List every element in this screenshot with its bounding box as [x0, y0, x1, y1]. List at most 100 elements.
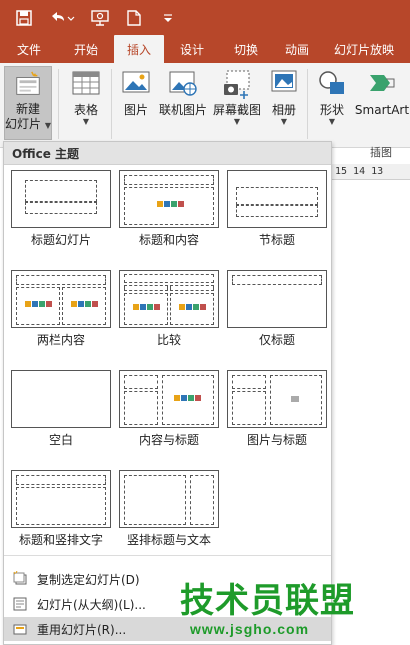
- tab-insert[interactable]: 插入: [114, 35, 164, 63]
- slideshow-from-start-icon[interactable]: [90, 8, 110, 28]
- layout-thumbnail: [227, 270, 327, 328]
- ribbon-tabs: 文件 开始 插入 设计 切换 动画 幻灯片放映: [0, 35, 410, 63]
- layout-title-and-content[interactable]: 标题和内容: [119, 170, 219, 248]
- picture-label: 图片: [123, 103, 148, 117]
- layout-thumbnail: [119, 370, 219, 428]
- outline-icon: [13, 597, 27, 611]
- layout-name: 空白: [48, 433, 73, 447]
- theme-header: Office 主题: [4, 142, 331, 165]
- content-placeholder-icons: [179, 304, 206, 310]
- layout-two-content[interactable]: 两栏内容: [11, 270, 111, 348]
- content-placeholder-icons: [25, 301, 52, 307]
- content-placeholder-icons: [157, 201, 184, 207]
- layout-name: 两栏内容: [36, 333, 85, 347]
- undo-icon[interactable]: [48, 8, 76, 28]
- layout-thumbnail: [119, 270, 219, 328]
- layout-picture-with-caption[interactable]: 图片与标题: [227, 370, 327, 448]
- smartart-label: SmartArt: [354, 103, 410, 117]
- layout-name: 比较: [156, 333, 181, 347]
- table-dropdown-caret: ▼: [82, 117, 90, 126]
- photo-album-button[interactable]: 相册 ▼: [266, 67, 302, 126]
- photo-album-icon: [271, 70, 297, 92]
- save-icon[interactable]: [14, 8, 34, 28]
- new-slide-label: 新建: [15, 102, 40, 116]
- ribbon-insert: 新建 幻灯片 ▼ 表格 ▼ 图片 联机图片 屏幕截图 ▼ 相册 ▼ 形状 ▼ S…: [0, 63, 410, 159]
- menu-separator: [4, 555, 331, 556]
- shapes-button[interactable]: 形状 ▼: [314, 67, 350, 126]
- table-button[interactable]: 表格 ▼: [66, 67, 106, 126]
- photo-album-label: 相册: [271, 103, 296, 117]
- smartart-button[interactable]: SmartArt: [354, 67, 410, 118]
- layout-comparison[interactable]: 比较: [119, 270, 219, 348]
- screenshot-icon: [224, 70, 250, 99]
- layout-thumbnail: [11, 370, 111, 428]
- picture-placeholder-icon: [291, 396, 299, 402]
- layout-name: 图片与标题: [246, 433, 307, 447]
- ruler-tick: 14: [353, 166, 366, 177]
- layout-thumbnail: [11, 270, 111, 328]
- layout-thumbnail: [119, 470, 219, 528]
- reuse-slides-label: 重用幻灯片(R)...: [37, 622, 127, 637]
- screenshot-dropdown-caret: ▼: [233, 117, 241, 126]
- layout-section-header[interactable]: 节标题: [227, 170, 327, 248]
- tab-design[interactable]: 设计: [164, 35, 220, 63]
- layout-thumbnail: [119, 170, 219, 228]
- horizontal-ruler: 15 14 13: [331, 164, 410, 180]
- content-placeholder-icons: [71, 301, 98, 307]
- tab-transitions[interactable]: 切换: [220, 35, 272, 63]
- new-slide-label-2: 幻灯片 ▼: [5, 117, 51, 131]
- ruler-tick: 15: [335, 166, 348, 177]
- watermark-logo-text: 技术员联盟: [180, 581, 355, 621]
- layout-thumbnail: [11, 170, 111, 228]
- layout-name: 标题幻灯片: [30, 233, 91, 247]
- layout-title-only[interactable]: 仅标题: [227, 270, 327, 348]
- layout-vertical-title-and-text[interactable]: 竖排标题与文本: [119, 470, 219, 548]
- shapes-label: 形状: [319, 103, 344, 117]
- new-file-icon[interactable]: [124, 8, 144, 28]
- shapes-dropdown-caret: ▼: [328, 117, 336, 126]
- ribbon-separator: [58, 69, 59, 139]
- new-slide-dropdown: Office 主题 标题幻灯片 标题和内容 节标题 两栏内容 比较 仅标题 空白…: [3, 141, 332, 645]
- new-slide-icon: [16, 71, 40, 95]
- customize-dropdown-icon[interactable]: [158, 8, 178, 28]
- picture-icon: [122, 71, 150, 93]
- shapes-icon: [319, 71, 344, 94]
- layout-name: 标题和竖排文字: [18, 533, 103, 547]
- picture-button[interactable]: 图片: [117, 67, 155, 118]
- layout-title-and-vertical-text[interactable]: 标题和竖排文字: [11, 470, 111, 548]
- tab-file[interactable]: 文件: [0, 35, 58, 63]
- watermark-url: www.jsgho.com: [190, 621, 310, 637]
- tab-home[interactable]: 开始: [58, 35, 114, 63]
- content-placeholder-icons: [133, 304, 160, 310]
- layout-name: 仅标题: [258, 333, 295, 347]
- layout-name: 标题和内容: [138, 233, 199, 247]
- duplicate-slide-icon: [13, 571, 27, 585]
- online-picture-icon: [169, 71, 197, 96]
- ribbon-separator: [111, 69, 112, 139]
- layout-name: 内容与标题: [138, 433, 199, 447]
- layout-thumbnail: [227, 370, 327, 428]
- new-slide-button[interactable]: 新建 幻灯片 ▼: [4, 66, 52, 140]
- table-icon: [72, 71, 100, 95]
- layout-thumbnail: [227, 170, 327, 228]
- online-picture-label: 联机图片: [158, 103, 207, 117]
- tab-slideshow[interactable]: 幻灯片放映: [322, 35, 406, 63]
- table-label: 表格: [73, 103, 98, 117]
- layout-content-with-caption[interactable]: 内容与标题: [119, 370, 219, 448]
- title-bar: [0, 0, 410, 35]
- content-placeholder-icons: [174, 395, 201, 401]
- layout-thumbnail: [11, 470, 111, 528]
- screenshot-label: 屏幕截图: [212, 103, 261, 117]
- layout-title-slide[interactable]: 标题幻灯片: [11, 170, 111, 248]
- tab-animations[interactable]: 动画: [272, 35, 322, 63]
- photo-album-dropdown-caret: ▼: [280, 117, 288, 126]
- ruler-tick: 13: [371, 166, 384, 177]
- reuse-slides-icon: [13, 624, 27, 635]
- slides-from-outline-label: 幻灯片(从大纲)(L)...: [37, 597, 146, 612]
- screenshot-button[interactable]: 屏幕截图 ▼: [211, 67, 263, 126]
- online-picture-button[interactable]: 联机图片: [157, 67, 209, 118]
- smartart-icon: [370, 75, 395, 91]
- layout-name: 节标题: [258, 233, 295, 247]
- layout-blank[interactable]: 空白: [11, 370, 111, 448]
- group-label-illustrations: 插图: [370, 146, 392, 159]
